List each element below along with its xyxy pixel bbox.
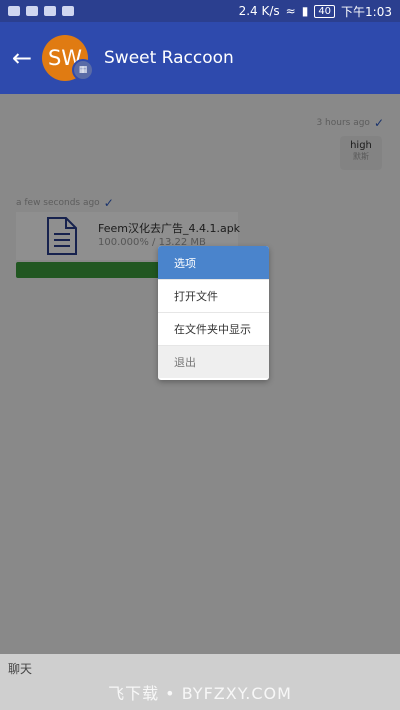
watermark: 飞下载 • BYFZXY.COM [108, 684, 292, 703]
windows-icon: ▦ [72, 59, 94, 81]
arrow-left-icon[interactable]: ← [2, 44, 42, 72]
menu-item-show-in-folder[interactable]: 在文件夹中显示 [158, 312, 269, 345]
menu-item-exit[interactable]: 退出 [158, 345, 269, 378]
menu-item-open-file[interactable]: 打开文件 [158, 279, 269, 312]
gallery-icon [8, 6, 20, 16]
wifi-icon: ≈ [285, 4, 296, 18]
clock: 下午1:03 [341, 4, 392, 19]
signal-icon: ▮ [301, 4, 309, 18]
contact-name: Sweet Raccoon [104, 48, 234, 68]
status-left-icons [8, 6, 74, 16]
input-bar: 聊天 飞下载 • BYFZXY.COM [0, 654, 400, 710]
battery-indicator: 40 [314, 4, 336, 18]
avatar[interactable]: SW ▦ [42, 35, 94, 81]
context-menu: 选项 打开文件 在文件夹中显示 退出 [158, 246, 269, 380]
status-right: 2.4 K/s ≈ ▮ 40 下午1:03 [239, 3, 392, 20]
status-bar: 2.4 K/s ≈ ▮ 40 下午1:03 [0, 0, 400, 22]
shield-icon [62, 6, 74, 16]
menu-title: 选项 [158, 246, 269, 279]
app-bar: ← SW ▦ Sweet Raccoon [0, 22, 400, 94]
network-speed: 2.4 K/s [238, 4, 280, 18]
upload-icon [44, 6, 56, 16]
cloud-icon [26, 6, 38, 16]
modal-overlay[interactable] [0, 94, 400, 710]
chat-input-label: 聊天 [8, 662, 33, 676]
